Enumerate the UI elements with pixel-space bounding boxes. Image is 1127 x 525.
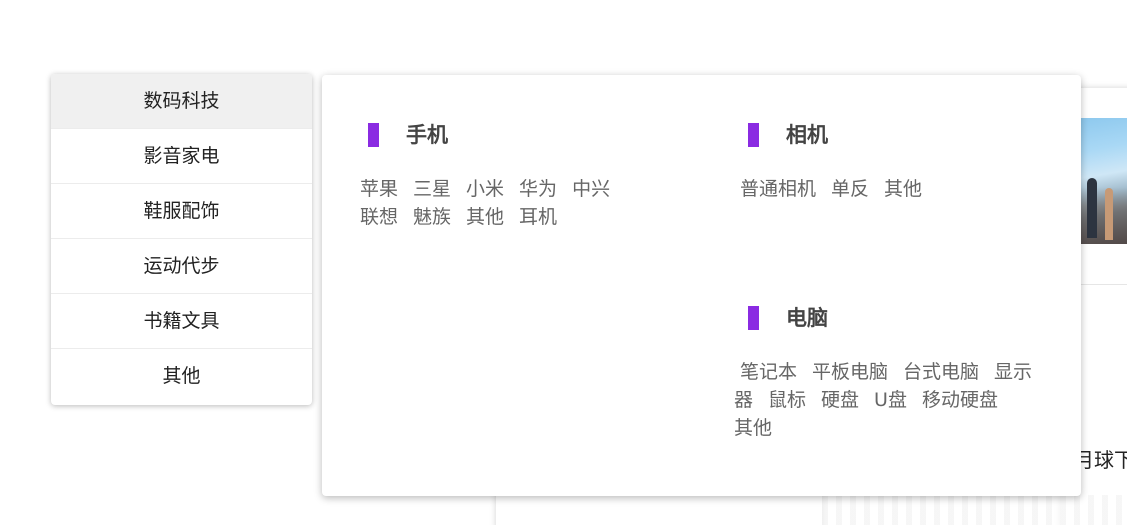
group-links-camera: 普通相机 单反 其他 — [740, 175, 1048, 203]
link-zte[interactable]: 中兴 — [572, 178, 610, 200]
link-samsung[interactable]: 三星 — [413, 178, 451, 200]
category-item-other[interactable]: 其他 — [51, 349, 312, 404]
group-accent-bar — [748, 306, 759, 330]
link-computer-other[interactable]: 其他 — [734, 417, 772, 439]
category-item-apparel[interactable]: 鞋服配饰 — [51, 184, 312, 239]
category-item-sports[interactable]: 运动代步 — [51, 239, 312, 294]
category-item-appliances[interactable]: 影音家电 — [51, 129, 312, 184]
group-title-camera[interactable]: 相机 — [786, 121, 828, 149]
subcategory-group-camera: 相机 普通相机 单反 其他 — [740, 121, 1048, 203]
background-product-title: 月球下 — [1074, 448, 1127, 472]
link-earphones[interactable]: 耳机 — [519, 206, 557, 228]
link-portable-drive[interactable]: 移动硬盘 — [922, 389, 998, 411]
page: 月球下 数码科技 影音家电 鞋服配饰 运动代步 书籍文具 其他 手机 苹果 三星小… — [0, 0, 1127, 525]
category-item-digital[interactable]: 数码科技 — [51, 74, 312, 129]
group-accent-bar — [368, 123, 379, 147]
subcategory-panel: 手机 苹果 三星 小米 华为 中兴 联想 魅族 其他 耳机 相机 普通相机 单反 其他 电脑 笔记本… — [322, 75, 1081, 496]
group-accent-bar — [748, 123, 759, 147]
link-mouse[interactable]: 鼠标 — [768, 389, 806, 411]
group-header: 电脑 — [748, 304, 1058, 334]
group-header: 相机 — [748, 121, 1048, 151]
link-desktop[interactable]: 台式电脑 — [903, 361, 979, 383]
link-usb-drive[interactable]: U盘 — [874, 389, 907, 411]
group-links-computer: 笔记本 平板电脑 台式电脑 显示器 鼠标 硬盘 U盘 移动硬盘 其他 — [734, 358, 1058, 442]
group-title-computer[interactable]: 电脑 — [786, 304, 828, 332]
link-camera-other[interactable]: 其他 — [884, 178, 922, 200]
link-dslr[interactable]: 单反 — [831, 178, 869, 200]
link-huawei[interactable]: 华为 — [519, 178, 557, 200]
category-menu: 数码科技 影音家电 鞋服配饰 运动代步 书籍文具 其他 — [51, 74, 312, 405]
link-lenovo[interactable]: 联想 — [360, 206, 398, 228]
link-phone-other[interactable]: 其他 — [466, 206, 504, 228]
background-divider — [1081, 284, 1127, 285]
link-hard-drive[interactable]: 硬盘 — [821, 389, 859, 411]
link-laptop[interactable]: 笔记本 — [740, 361, 797, 383]
group-links-phone: 苹果 三星 小米 华为 中兴联想 魅族 其他 耳机 — [360, 175, 668, 231]
subcategory-group-phone: 手机 苹果 三星 小米 华为 中兴联想 魅族 其他 耳机 — [360, 121, 668, 231]
background-strip — [822, 495, 1127, 525]
link-apple[interactable]: 苹果 — [360, 178, 398, 200]
group-title-phone[interactable]: 手机 — [406, 121, 448, 149]
link-meizu[interactable]: 魅族 — [413, 206, 451, 228]
subcategory-group-computer: 电脑 笔记本 平板电脑 台式电脑 显示器 鼠标 硬盘 U盘 移动硬盘 其他 — [734, 304, 1058, 442]
link-regular-camera[interactable]: 普通相机 — [740, 178, 816, 200]
category-item-books[interactable]: 书籍文具 — [51, 294, 312, 349]
link-xiaomi[interactable]: 小米 — [466, 178, 504, 200]
group-header: 手机 — [368, 121, 668, 151]
background-product-image — [1081, 118, 1127, 244]
link-tablet[interactable]: 平板电脑 — [812, 361, 888, 383]
